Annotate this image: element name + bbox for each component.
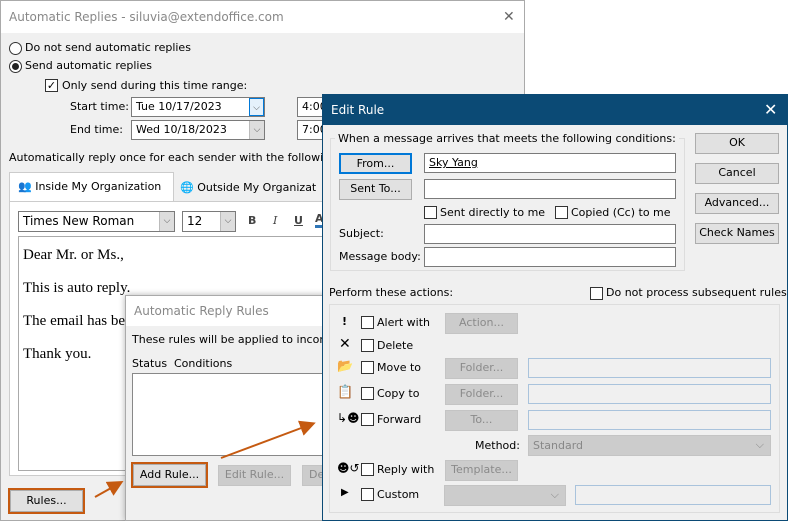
copy-folder-icon: 📋 (337, 385, 354, 400)
ok-button[interactable]: OK (695, 133, 779, 154)
move-folder-field[interactable] (528, 358, 771, 378)
alert-icon: ! (342, 315, 348, 328)
arrow-to-edit-rule (220, 420, 316, 459)
subject-label: Subject: (339, 227, 384, 240)
edit-rule-dialog: Edit Rule ✕ When a message arrives that … (322, 94, 788, 521)
move-checkbox[interactable] (361, 361, 374, 374)
move-folder-icon: 📂 (337, 359, 354, 374)
subject-field[interactable] (424, 224, 676, 244)
advanced-button[interactable]: Advanced... (695, 193, 779, 214)
template-button[interactable]: Template... (445, 460, 518, 481)
message-body-label: Message body: (339, 250, 421, 263)
sent-to-field[interactable] (424, 179, 676, 199)
method-label: Method: (475, 439, 520, 452)
copy-checkbox[interactable] (361, 387, 374, 400)
reply-icon: ☻↺ (337, 461, 360, 475)
forward-icon: ↳☻ (337, 411, 360, 425)
custom-select[interactable]: ⌵ (444, 485, 566, 506)
forward-to-button[interactable]: To... (445, 410, 518, 431)
delete-icon: ✕ (339, 336, 351, 352)
close-icon[interactable]: ✕ (764, 100, 777, 119)
copy-folder-field[interactable] (528, 384, 771, 404)
chevron-down-icon: ⌵ (755, 438, 764, 451)
edit-rule-titlebar: Edit Rule (323, 95, 788, 125)
forward-to-field[interactable] (528, 410, 771, 430)
check-names-button[interactable]: Check Names (695, 223, 779, 244)
sent-directly-checkbox[interactable] (424, 206, 437, 219)
alert-checkbox[interactable] (361, 316, 374, 329)
from-button[interactable]: From... (339, 153, 412, 174)
action-button[interactable]: Action... (445, 313, 518, 334)
edit-rule-title: Edit Rule (331, 103, 385, 117)
sent-to-button[interactable]: Sent To... (339, 179, 412, 200)
arrow-to-add-rule (94, 481, 124, 498)
actions-frame (329, 304, 780, 513)
custom-label: Custom (377, 488, 420, 501)
reply-checkbox[interactable] (361, 463, 374, 476)
forward-label: Forward (377, 413, 422, 426)
copy-folder-button[interactable]: Folder... (445, 384, 518, 405)
copy-label: Copy to (377, 387, 420, 400)
reply-label: Reply with (377, 463, 435, 476)
forward-checkbox[interactable] (361, 413, 374, 426)
perform-label: Perform these actions: (329, 286, 454, 299)
move-folder-button[interactable]: Folder... (445, 358, 518, 379)
delete-checkbox[interactable] (361, 339, 374, 352)
chevron-down-icon: ⌵ (550, 488, 559, 501)
sent-directly-label: Sent directly to me (440, 206, 546, 219)
method-select[interactable]: Standard ⌵ (528, 435, 771, 456)
copied-label: Copied (Cc) to me (571, 206, 671, 219)
custom-field[interactable] (575, 485, 771, 505)
cancel-button[interactable]: Cancel (695, 163, 779, 184)
conditions-legend: When a message arrives that meets the fo… (335, 132, 679, 145)
delete-label: Delete (377, 339, 414, 352)
do-not-process-checkbox[interactable] (590, 287, 603, 300)
custom-checkbox[interactable] (361, 488, 374, 501)
move-label: Move to (377, 361, 422, 374)
triangle-right-icon: ▶ (341, 487, 349, 498)
from-field[interactable]: Sky Yang (424, 153, 676, 173)
alert-label: Alert with (377, 316, 431, 329)
message-body-field[interactable] (424, 247, 676, 267)
do-not-process-label: Do not process subsequent rules (606, 286, 787, 299)
copied-checkbox[interactable] (555, 206, 568, 219)
